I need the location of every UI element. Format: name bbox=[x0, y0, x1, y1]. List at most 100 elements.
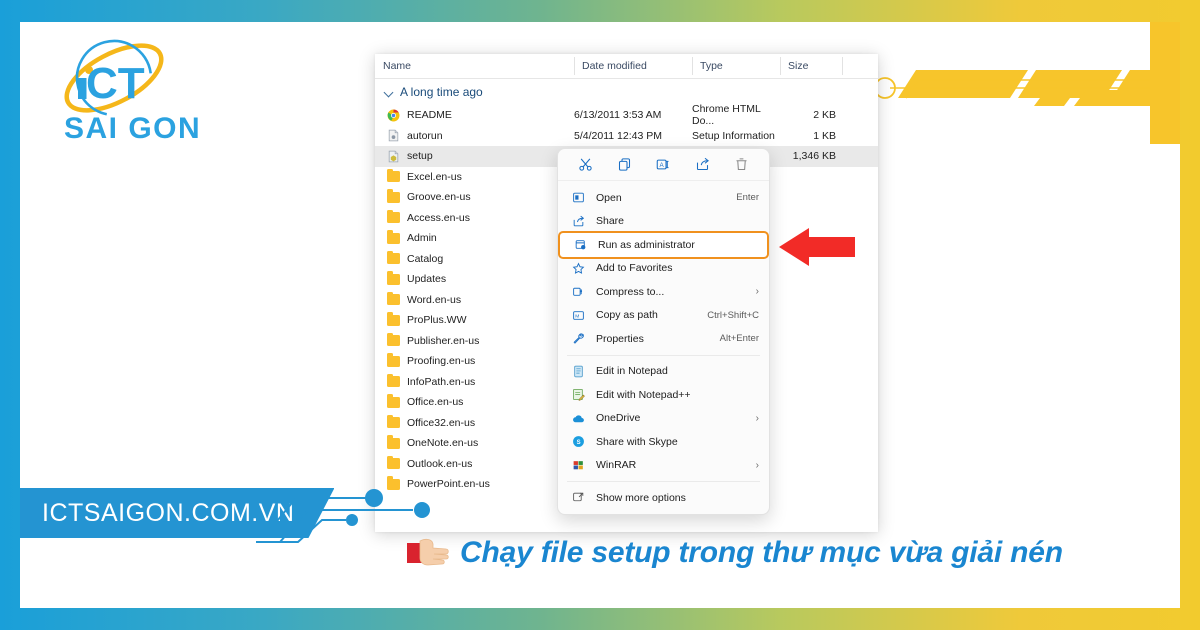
column-header-type[interactable]: Type bbox=[692, 54, 780, 78]
menu-separator bbox=[567, 354, 760, 356]
share-icon[interactable] bbox=[692, 154, 714, 176]
caption-text: Chạy file setup trong thư mục vừa giải n… bbox=[460, 536, 1063, 569]
file-name-label: README bbox=[407, 109, 452, 122]
menu-item-label: Open bbox=[596, 191, 622, 204]
menu-item[interactable]: Edit in Notepad bbox=[558, 360, 769, 384]
chevron-right-icon: › bbox=[755, 459, 759, 471]
menu-item[interactable]: Edit with Notepad++ bbox=[558, 383, 769, 407]
onedrive-icon bbox=[572, 415, 584, 423]
file-name-cell[interactable]: Access.en-us bbox=[387, 209, 574, 224]
file-name-cell[interactable]: README bbox=[387, 109, 574, 122]
context-menu[interactable]: A Open Enter Share Run as administrator Add … bbox=[557, 148, 770, 515]
column-header-spacer bbox=[842, 54, 878, 78]
menu-item[interactable]: S Share with Skype bbox=[558, 430, 769, 454]
file-name-cell[interactable]: Groove.en-us bbox=[387, 189, 574, 204]
table-row[interactable]: README 6/13/2011 3:53 AM Chrome HTML Do...… bbox=[375, 103, 878, 128]
file-name-cell[interactable]: Proofing.en-us bbox=[387, 353, 574, 367]
menu-item-label: Copy as path bbox=[596, 309, 658, 322]
file-name-label: Word.en-us bbox=[407, 293, 462, 306]
file-name-cell[interactable]: Publisher.en-us bbox=[387, 332, 574, 347]
menu-item-label: Share bbox=[596, 215, 625, 228]
table-row[interactable]: autorun 5/4/2011 12:43 PM Setup Informatio… bbox=[375, 126, 878, 147]
folder-icon bbox=[387, 455, 400, 470]
context-menu-items[interactable]: Open Enter Share Run as administrator Add to… bbox=[558, 186, 769, 510]
file-name-label: setup bbox=[407, 150, 433, 163]
menu-item-label: Edit in Notepad bbox=[596, 365, 668, 378]
file-name-cell[interactable]: Office.en-us bbox=[387, 394, 574, 408]
file-name-label: Office32.en-us bbox=[407, 416, 476, 429]
menu-item[interactable]: Open Enter bbox=[558, 186, 769, 210]
menu-item-label: WinRAR bbox=[596, 459, 637, 472]
file-size-cell: 2 KB bbox=[813, 109, 836, 122]
file-name-cell[interactable]: Outlook.en-us bbox=[387, 455, 574, 470]
menu-item[interactable]: Add to Favorites bbox=[558, 257, 769, 281]
notepadpp-icon bbox=[572, 389, 585, 402]
delete-icon[interactable] bbox=[731, 154, 753, 176]
file-name-cell[interactable]: Admin bbox=[387, 230, 574, 244]
star-icon bbox=[572, 262, 584, 274]
menu-item-shortcut: Ctrl+Shift+C bbox=[707, 309, 759, 321]
folder-icon bbox=[387, 312, 400, 326]
chevron-right-icon: › bbox=[755, 412, 759, 424]
file-size-cell: 1,346 KB bbox=[792, 150, 836, 163]
column-header-size[interactable]: Size bbox=[780, 54, 842, 78]
folder-icon bbox=[387, 291, 400, 306]
svg-text:A: A bbox=[659, 162, 664, 169]
logo-subtitle: SAI GON bbox=[64, 112, 201, 145]
column-header-name[interactable]: Name bbox=[375, 54, 574, 78]
inf-file-icon bbox=[388, 129, 399, 142]
menu-item-label: Add to Favorites bbox=[596, 262, 673, 275]
annotation-red-arrow bbox=[779, 228, 855, 266]
folder-icon bbox=[387, 414, 400, 429]
chrome-icon bbox=[387, 109, 400, 122]
column-header-date-modified[interactable]: Date modified bbox=[574, 54, 692, 78]
file-name-label: Publisher.en-us bbox=[407, 334, 480, 347]
file-name-cell[interactable]: Catalog bbox=[387, 250, 574, 265]
exe-file-icon bbox=[388, 150, 399, 163]
file-name-cell[interactable]: ProPlus.WW bbox=[387, 312, 574, 327]
file-name-cell[interactable]: Word.en-us bbox=[387, 291, 574, 306]
file-name-label: Updates bbox=[407, 273, 447, 286]
menu-item[interactable]: Share bbox=[558, 210, 769, 234]
caption-block: Chạy file setup trong thư mục vừa giải n… bbox=[406, 536, 1063, 570]
file-name-label: Groove.en-us bbox=[407, 191, 471, 204]
file-name-cell[interactable]: InfoPath.en-us bbox=[387, 373, 574, 388]
folder-icon bbox=[387, 230, 400, 244]
file-type-cell: Chrome HTML Do... bbox=[692, 103, 761, 128]
menu-item-label: OneDrive bbox=[596, 412, 641, 425]
chevron-right-icon: › bbox=[755, 286, 759, 298]
svg-text:CT: CT bbox=[86, 59, 145, 108]
rename-icon[interactable]: A bbox=[653, 154, 675, 176]
menu-item[interactable]: M Copy as path Ctrl+Shift+C bbox=[558, 304, 769, 328]
context-menu-toolbar[interactable]: A bbox=[558, 149, 769, 181]
svg-text:M: M bbox=[575, 313, 579, 319]
file-name-cell[interactable]: setup bbox=[387, 150, 574, 163]
menu-item[interactable]: WinRAR › bbox=[558, 454, 769, 478]
copy-icon[interactable] bbox=[614, 154, 636, 176]
menu-item[interactable]: Run as administrator bbox=[558, 231, 769, 259]
menu-item[interactable]: Properties Alt+Enter bbox=[558, 327, 769, 351]
folder-icon bbox=[387, 435, 400, 449]
file-name-cell[interactable]: Office32.en-us bbox=[387, 414, 574, 429]
menu-separator bbox=[567, 481, 760, 482]
menu-item-label: Compress to... bbox=[596, 285, 665, 298]
group-header-a-long-time-ago[interactable]: A long time ago bbox=[375, 79, 878, 105]
shield-run-icon bbox=[575, 240, 585, 250]
menu-item[interactable]: Compress to... › bbox=[558, 280, 769, 304]
file-name-cell[interactable]: OneNote.en-us bbox=[387, 435, 574, 449]
menu-item[interactable]: Show more options bbox=[558, 486, 769, 510]
svg-text:S: S bbox=[576, 440, 580, 446]
file-name-cell[interactable]: Updates bbox=[387, 271, 574, 286]
share-icon bbox=[573, 215, 584, 227]
cut-icon[interactable] bbox=[575, 154, 597, 176]
folder-icon bbox=[387, 250, 400, 265]
file-name-label: ProPlus.WW bbox=[407, 314, 467, 327]
notepad-icon bbox=[573, 365, 583, 378]
wrench-icon bbox=[573, 333, 584, 345]
menu-item[interactable]: OneDrive › bbox=[558, 407, 769, 431]
page-canvas: CT SAI GON Name Date modified Type Size … bbox=[20, 22, 1180, 608]
file-name-cell[interactable]: Excel.en-us bbox=[387, 168, 574, 183]
menu-item-shortcut: Alt+Enter bbox=[719, 333, 759, 345]
file-size-cell: 1 KB bbox=[813, 129, 836, 142]
file-name-cell[interactable]: autorun bbox=[387, 129, 574, 142]
